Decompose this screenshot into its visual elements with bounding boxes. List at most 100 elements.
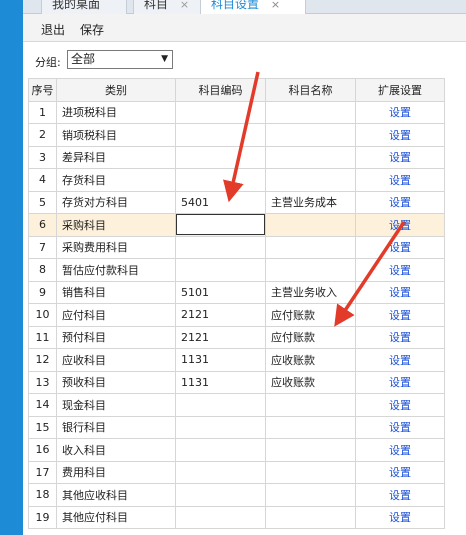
- code-cell[interactable]: [175, 213, 266, 237]
- column-header-code: 科目编码: [175, 78, 266, 102]
- settings-link[interactable]: 设置: [355, 415, 445, 439]
- name-cell[interactable]: 主营业务收入: [265, 280, 356, 304]
- save-button[interactable]: 保存: [80, 21, 104, 38]
- table-row[interactable]: 3 差异科目 设置: [28, 145, 445, 169]
- name-cell[interactable]: [265, 258, 356, 282]
- code-cell[interactable]: 2121: [175, 325, 266, 349]
- code-cell[interactable]: [175, 393, 266, 417]
- code-cell[interactable]: 5401: [175, 190, 266, 214]
- code-cell[interactable]: 1131: [175, 370, 266, 394]
- name-cell[interactable]: [265, 415, 356, 439]
- settings-link[interactable]: 设置: [355, 438, 445, 462]
- code-cell[interactable]: [175, 145, 266, 169]
- settings-link[interactable]: 设置: [355, 258, 445, 282]
- seq-cell: 3: [28, 145, 57, 169]
- code-cell[interactable]: [175, 235, 266, 259]
- tab-subject-settings[interactable]: 科目设置 ×: [200, 0, 306, 15]
- code-cell[interactable]: 1131: [175, 348, 266, 372]
- settings-link[interactable]: 设置: [355, 168, 445, 192]
- code-cell[interactable]: [175, 100, 266, 124]
- category-cell: 收入科目: [56, 438, 176, 462]
- code-cell[interactable]: [175, 123, 266, 147]
- name-cell[interactable]: 应付账款: [265, 325, 356, 349]
- name-cell[interactable]: [265, 213, 356, 237]
- category-cell: 现金科目: [56, 393, 176, 417]
- code-edit-input[interactable]: [176, 214, 265, 236]
- table-row[interactable]: 14 现金科目 设置: [28, 393, 445, 417]
- table-row[interactable]: 11 预付科目 2121 应付账款 设置: [28, 325, 445, 349]
- code-cell[interactable]: [175, 168, 266, 192]
- settings-link[interactable]: 设置: [355, 348, 445, 372]
- tab-my-desktop[interactable]: 我的桌面: [41, 0, 127, 14]
- name-cell[interactable]: [265, 505, 356, 529]
- seq-cell: 4: [28, 168, 57, 192]
- category-cell: 应付科目: [56, 303, 176, 327]
- close-icon[interactable]: ×: [180, 0, 189, 11]
- toolbar: 退出 保存: [23, 14, 466, 42]
- table-row[interactable]: 6 采购科目 设置: [28, 213, 445, 237]
- code-cell[interactable]: [175, 258, 266, 282]
- name-cell[interactable]: [265, 483, 356, 507]
- settings-link[interactable]: 设置: [355, 483, 445, 507]
- settings-link[interactable]: 设置: [355, 460, 445, 484]
- table-row[interactable]: 17 费用科目 设置: [28, 460, 445, 484]
- close-icon[interactable]: ×: [271, 0, 280, 11]
- code-cell[interactable]: [175, 505, 266, 529]
- name-cell[interactable]: 应付账款: [265, 303, 356, 327]
- seq-cell: 9: [28, 280, 57, 304]
- settings-link[interactable]: 设置: [355, 505, 445, 529]
- category-cell: 采购科目: [56, 213, 176, 237]
- table-row[interactable]: 8 暂估应付款科目 设置: [28, 258, 445, 282]
- code-cell[interactable]: [175, 415, 266, 439]
- name-cell[interactable]: 主营业务成本: [265, 190, 356, 214]
- tab-label: 科目设置: [211, 0, 260, 11]
- name-cell[interactable]: 应收账款: [265, 370, 356, 394]
- code-cell[interactable]: [175, 460, 266, 484]
- seq-cell: 17: [28, 460, 57, 484]
- settings-link[interactable]: 设置: [355, 145, 445, 169]
- name-cell[interactable]: [265, 393, 356, 417]
- code-cell[interactable]: [175, 438, 266, 462]
- settings-link[interactable]: 设置: [355, 280, 445, 304]
- name-cell[interactable]: [265, 100, 356, 124]
- table-row[interactable]: 9 销售科目 5101 主营业务收入 设置: [28, 280, 445, 304]
- column-header-extend: 扩展设置: [355, 78, 445, 102]
- settings-link[interactable]: 设置: [355, 123, 445, 147]
- tab-label: 我的桌面: [52, 0, 101, 11]
- settings-link[interactable]: 设置: [355, 213, 445, 237]
- category-cell: 预收科目: [56, 370, 176, 394]
- settings-link[interactable]: 设置: [355, 303, 445, 327]
- table-row[interactable]: 2 销项税科目 设置: [28, 123, 445, 147]
- table-row[interactable]: 16 收入科目 设置: [28, 438, 445, 462]
- name-cell[interactable]: 应收账款: [265, 348, 356, 372]
- table-row[interactable]: 1 进项税科目 设置: [28, 100, 445, 124]
- name-cell[interactable]: [265, 145, 356, 169]
- group-select[interactable]: 全部 ▼: [67, 50, 173, 69]
- name-cell[interactable]: [265, 235, 356, 259]
- table-row[interactable]: 5 存货对方科目 5401 主营业务成本 设置: [28, 190, 445, 214]
- name-cell[interactable]: [265, 123, 356, 147]
- code-cell[interactable]: [175, 483, 266, 507]
- group-label: 分组:: [35, 56, 61, 69]
- code-cell[interactable]: 2121: [175, 303, 266, 327]
- table-row[interactable]: 10 应付科目 2121 应付账款 设置: [28, 303, 445, 327]
- table-row[interactable]: 19 其他应付科目 设置: [28, 505, 445, 529]
- name-cell[interactable]: [265, 438, 356, 462]
- table-row[interactable]: 7 采购费用科目 设置: [28, 235, 445, 259]
- settings-link[interactable]: 设置: [355, 100, 445, 124]
- table-row[interactable]: 15 银行科目 设置: [28, 415, 445, 439]
- name-cell[interactable]: [265, 168, 356, 192]
- exit-button[interactable]: 退出: [41, 21, 65, 38]
- category-cell: 应收科目: [56, 348, 176, 372]
- code-cell[interactable]: 5101: [175, 280, 266, 304]
- settings-link[interactable]: 设置: [355, 393, 445, 417]
- settings-link[interactable]: 设置: [355, 370, 445, 394]
- name-cell[interactable]: [265, 460, 356, 484]
- settings-link[interactable]: 设置: [355, 235, 445, 259]
- settings-link[interactable]: 设置: [355, 190, 445, 214]
- settings-link[interactable]: 设置: [355, 325, 445, 349]
- table-row[interactable]: 18 其他应收科目 设置: [28, 483, 445, 507]
- table-row[interactable]: 13 预收科目 1131 应收账款 设置: [28, 370, 445, 394]
- table-row[interactable]: 4 存货科目 设置: [28, 168, 445, 192]
- table-row[interactable]: 12 应收科目 1131 应收账款 设置: [28, 348, 445, 372]
